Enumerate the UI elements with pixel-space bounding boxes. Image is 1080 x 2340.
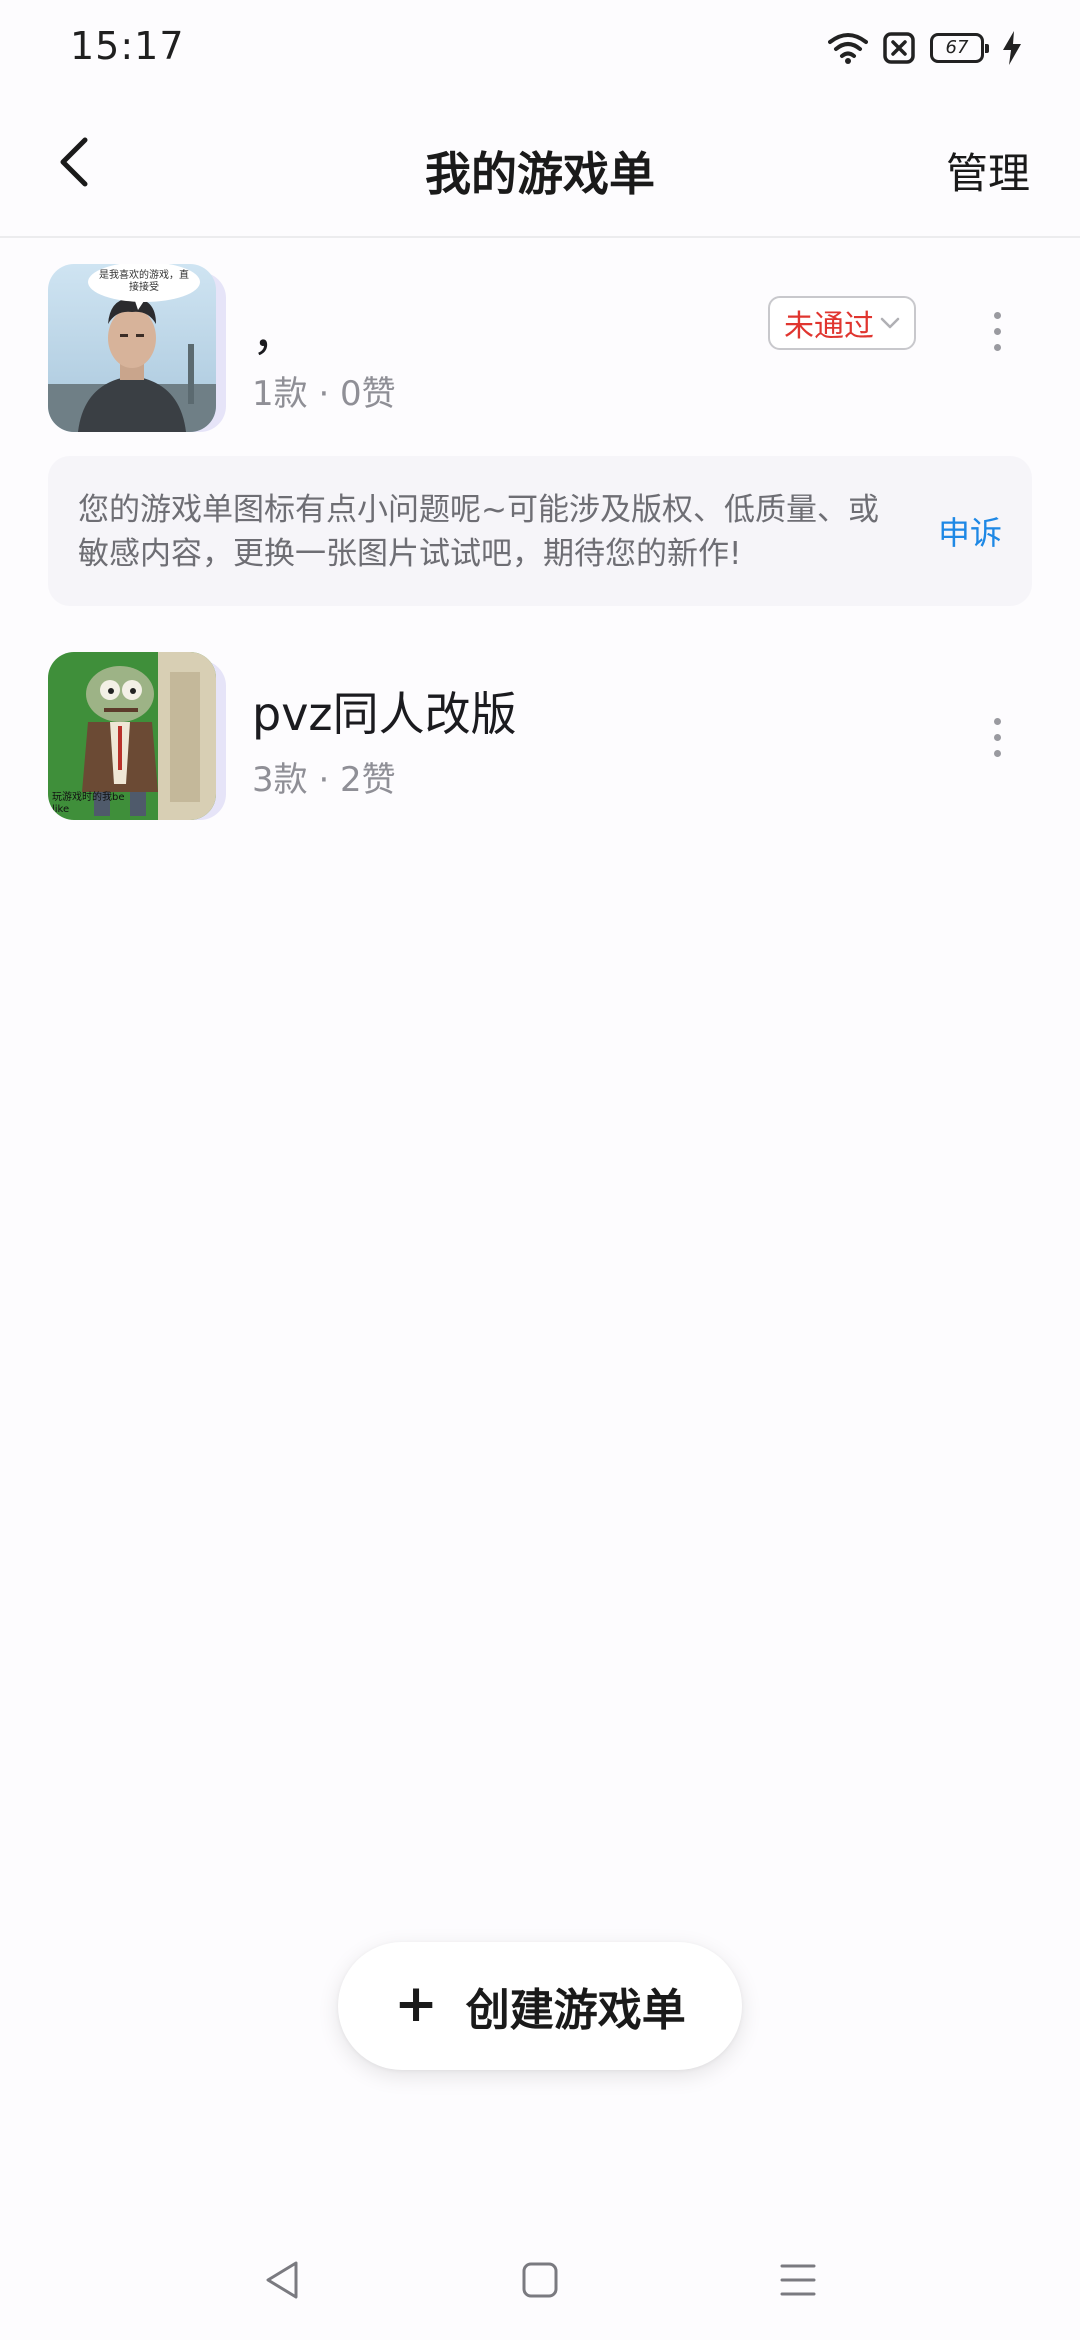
charging-icon (1002, 31, 1022, 65)
dot-icon (993, 311, 1001, 319)
status-badge[interactable]: 未通过 (768, 296, 916, 350)
wifi-icon (828, 32, 868, 64)
create-playlist-button[interactable]: + 创建游戏单 (338, 1942, 742, 2070)
dot-icon (993, 717, 1001, 725)
dot-icon (993, 749, 1001, 757)
cover-caption: 玩游戏时的我be like (52, 792, 125, 815)
review-notice: 您的游戏单图标有点小问题呢~可能涉及版权、低质量、或敏感内容，更换一张图片试试吧… (48, 456, 1032, 606)
nav-home-button[interactable] (510, 2250, 570, 2310)
notice-text: 您的游戏单图标有点小问题呢~可能涉及版权、低质量、或敏感内容，更换一张图片试试吧… (78, 492, 879, 572)
playlist-meta: 1款 · 0赞 (252, 374, 396, 414)
cover-caption: 是我喜欢的游戏，直接接受 (99, 270, 189, 293)
menu-lines-icon (780, 2264, 816, 2296)
battery-level: 67 (945, 37, 969, 58)
home-square-icon (522, 2262, 558, 2298)
dot-icon (993, 343, 1001, 351)
playlist-title: ， (252, 307, 298, 361)
manage-button[interactable]: 管理 (946, 140, 1030, 201)
screen: 15:17 67 我的游戏单 管理 是我喜欢的游戏，直接接受 ， 1款 · 0赞… (0, 0, 1080, 2340)
status-bar: 15:17 67 (0, 0, 1080, 96)
dot-icon (993, 327, 1001, 335)
cover-image: 玩游戏时的我be like (48, 652, 216, 820)
more-options-button[interactable] (962, 296, 1032, 366)
create-playlist-label: 创建游戏单 (465, 1985, 686, 2036)
status-badge-label: 未通过 (784, 309, 874, 344)
nav-back-button[interactable] (252, 2250, 312, 2310)
chevron-down-icon (880, 317, 900, 329)
playlist-title: pvz同人改版 (252, 687, 517, 741)
nav-menu-button[interactable] (768, 2250, 828, 2310)
more-options-button[interactable] (962, 702, 1032, 772)
playlist-item[interactable]: 是我喜欢的游戏，直接接受 ， 1款 · 0赞 未通过 (48, 264, 1032, 434)
cover-image: 是我喜欢的游戏，直接接受 (48, 264, 216, 432)
dot-icon (993, 733, 1001, 741)
appeal-link[interactable]: 申诉 (938, 508, 1002, 554)
playlist-cover: 是我喜欢的游戏，直接接受 (48, 264, 226, 434)
sim-off-icon (882, 31, 916, 65)
battery-icon: 67 (930, 33, 989, 63)
status-time: 15:17 (70, 24, 185, 68)
status-icons: 67 (828, 28, 1022, 68)
header: 我的游戏单 管理 (0, 96, 1080, 238)
playlist-cover: 玩游戏时的我be like (48, 652, 226, 822)
plus-icon: + (394, 1974, 438, 2034)
back-triangle-icon (266, 2261, 298, 2299)
page-title: 我的游戏单 (425, 147, 655, 201)
playlist-meta: 3款 · 2赞 (252, 760, 396, 800)
playlist-item[interactable]: 玩游戏时的我be like pvz同人改版 3款 · 2赞 (48, 652, 1032, 822)
system-nav-bar (0, 2216, 1080, 2340)
